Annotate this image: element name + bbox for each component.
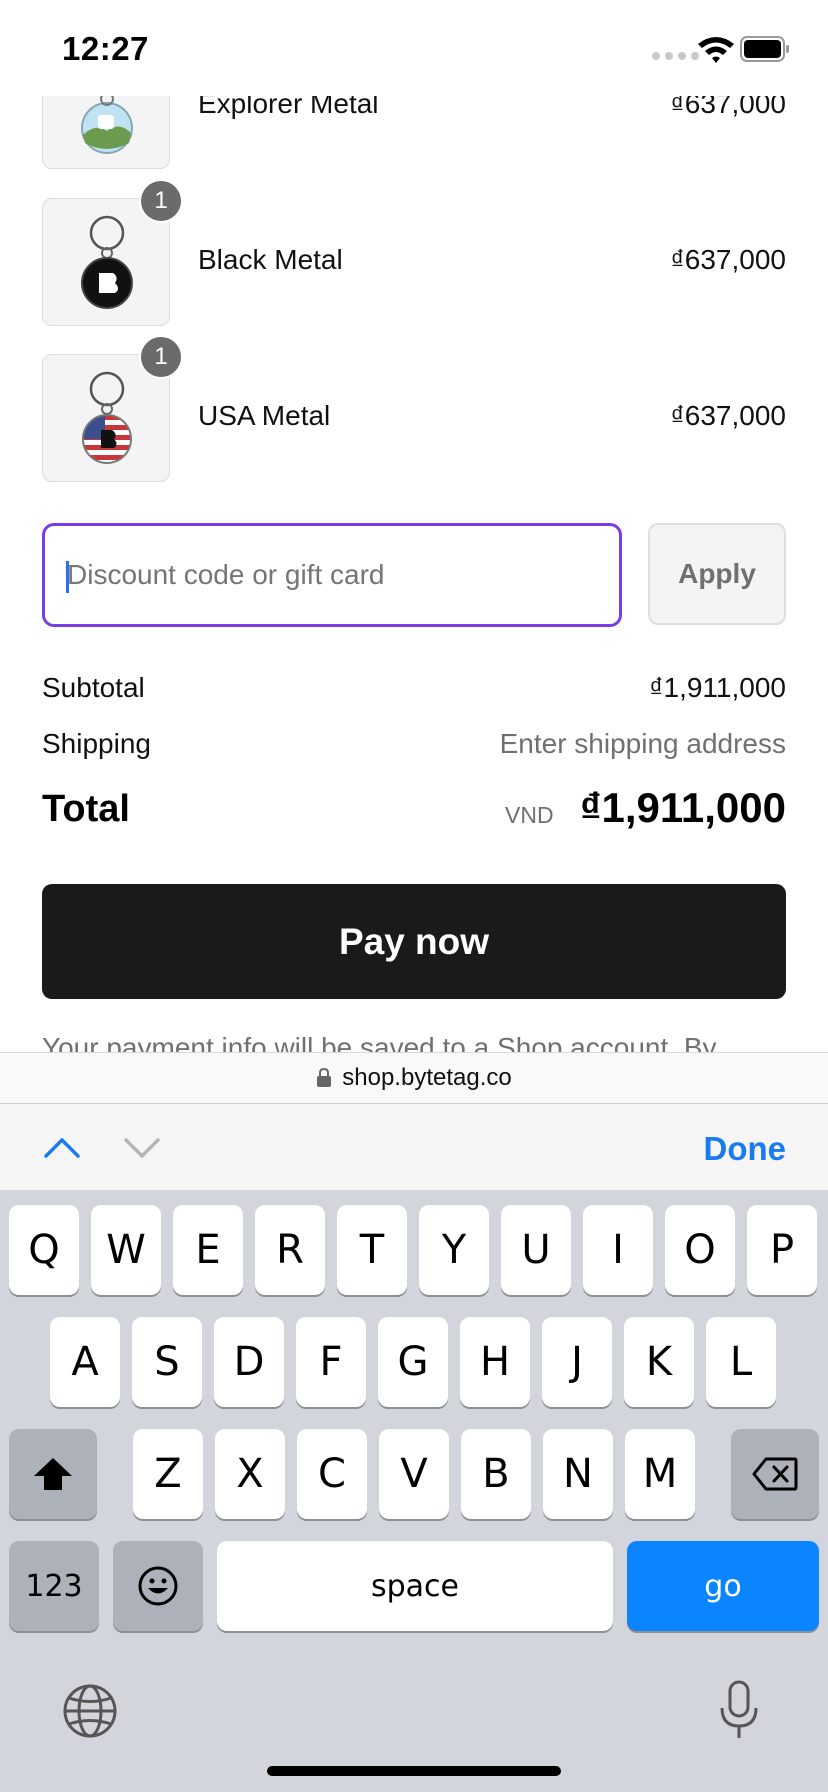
key-o[interactable]: O	[665, 1205, 735, 1295]
url-bar[interactable]: shop.bytetag.co	[0, 1052, 828, 1104]
quantity-badge: 1	[139, 335, 183, 379]
lock-icon	[317, 1068, 332, 1087]
wifi-icon	[698, 37, 734, 63]
shift-key[interactable]	[9, 1429, 97, 1519]
key-f[interactable]: F	[296, 1317, 366, 1407]
key-e[interactable]: E	[173, 1205, 243, 1295]
cart-item-usa: 1 USA Metal ₫637,000	[42, 335, 786, 484]
subtotal-value: ₫1,911,000	[649, 672, 786, 703]
url-text: shop.bytetag.co	[342, 1064, 512, 1091]
key-u[interactable]: U	[501, 1205, 571, 1295]
cart-item-black: 1 Black Metal ₫637,000	[42, 179, 786, 328]
key-z[interactable]: Z	[133, 1429, 203, 1519]
status-time: 12:27	[62, 30, 149, 67]
discount-row: Apply	[42, 523, 786, 627]
key-h[interactable]: H	[460, 1317, 530, 1407]
shift-arrow-icon	[34, 1458, 72, 1490]
total-currency: VND	[505, 802, 554, 828]
pay-now-button[interactable]: Pay now	[42, 884, 786, 999]
chevron-down-icon[interactable]	[122, 1128, 162, 1168]
emoji-key[interactable]	[113, 1541, 203, 1631]
total-label: Total	[42, 788, 130, 830]
done-button[interactable]: Done	[704, 1130, 787, 1168]
key-i[interactable]: I	[583, 1205, 653, 1295]
key-y[interactable]: Y	[419, 1205, 489, 1295]
keyboard-accessory-bar: Done	[0, 1104, 828, 1190]
item-price: ₫637,000	[670, 244, 786, 275]
key-b[interactable]: B	[461, 1429, 531, 1519]
key-j[interactable]: J	[542, 1317, 612, 1407]
globe-icon[interactable]	[62, 1683, 118, 1739]
item-name: Black Metal	[198, 244, 343, 275]
key-d[interactable]: D	[214, 1317, 284, 1407]
item-price: ₫637,000	[670, 400, 786, 431]
total-value: ₫1,911,000	[579, 784, 786, 831]
backspace-key[interactable]	[731, 1429, 819, 1519]
chevron-up-icon[interactable]	[42, 1128, 82, 1168]
item-name: USA Metal	[198, 400, 331, 431]
apply-button[interactable]: Apply	[648, 523, 786, 625]
key-r[interactable]: R	[255, 1205, 325, 1295]
subtotal-label: Subtotal	[42, 672, 145, 703]
key-s[interactable]: S	[132, 1317, 202, 1407]
shipping-value: Enter shipping address	[499, 728, 786, 759]
key-l[interactable]: L	[706, 1317, 776, 1407]
signal-icon	[652, 52, 699, 60]
key-t[interactable]: T	[337, 1205, 407, 1295]
key-w[interactable]: W	[91, 1205, 161, 1295]
key-a[interactable]: A	[50, 1317, 120, 1407]
key-q[interactable]: Q	[9, 1205, 79, 1295]
shipping-label: Shipping	[42, 728, 151, 759]
text-caret	[66, 561, 69, 593]
key-g[interactable]: G	[378, 1317, 448, 1407]
microphone-icon[interactable]	[718, 1680, 760, 1742]
emoji-icon	[138, 1566, 178, 1606]
key-k[interactable]: K	[624, 1317, 694, 1407]
key-m[interactable]: M	[625, 1429, 695, 1519]
home-indicator	[267, 1766, 561, 1776]
go-key[interactable]: go	[627, 1541, 819, 1631]
key-v[interactable]: V	[379, 1429, 449, 1519]
quantity-badge: 1	[139, 179, 183, 223]
key-x[interactable]: X	[215, 1429, 285, 1519]
battery-icon	[740, 36, 789, 62]
numbers-key[interactable]: 123	[9, 1541, 99, 1631]
key-c[interactable]: C	[297, 1429, 367, 1519]
payment-info-text: Your payment info will be saved to a Sho…	[42, 1032, 717, 1052]
backspace-icon	[752, 1457, 798, 1491]
discount-code-input[interactable]	[42, 523, 622, 627]
key-n[interactable]: N	[543, 1429, 613, 1519]
product-thumbnail: 1	[42, 335, 183, 482]
key-p[interactable]: P	[747, 1205, 817, 1295]
space-key[interactable]: space	[217, 1541, 613, 1631]
product-thumbnail: 1	[42, 179, 183, 326]
status-bar: 12:27	[0, 0, 828, 96]
